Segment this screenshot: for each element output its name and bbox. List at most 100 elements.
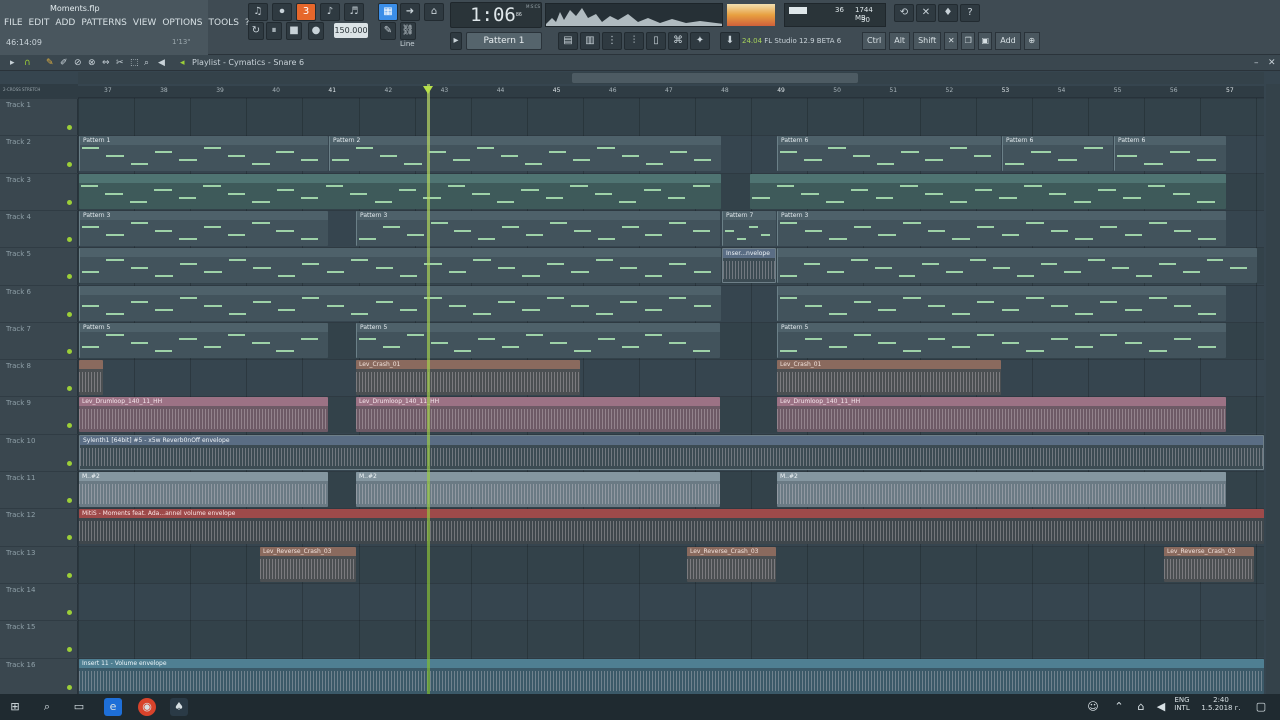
track-mute-led[interactable]: [67, 348, 72, 354]
track-lane[interactable]: [78, 359, 1264, 397]
clip[interactable]: [79, 360, 103, 396]
menu-add[interactable]: ADD: [55, 18, 75, 28]
channel-rack-icon[interactable]: ⋮: [602, 32, 622, 50]
blend-notes-button[interactable]: ♬: [344, 3, 364, 21]
windows-start-icon[interactable]: ⊞: [6, 698, 24, 716]
menu-options[interactable]: OPTIONS: [162, 18, 202, 28]
track-header[interactable]: Track 11: [0, 471, 78, 508]
playhead-marker[interactable]: [423, 86, 433, 94]
undo-icon[interactable]: ⟲: [894, 4, 914, 22]
clip[interactable]: Inser...nvelope: [722, 248, 776, 284]
track-mute-led[interactable]: [67, 274, 72, 280]
clip[interactable]: MitiS - Moments feat. Ada...annel volume…: [79, 509, 1264, 545]
copy-key-icon[interactable]: ❐: [961, 32, 976, 50]
clip[interactable]: [79, 285, 721, 321]
pencil-icon[interactable]: ✎: [46, 58, 54, 68]
language-indicator[interactable]: ENG INTL: [1170, 696, 1194, 712]
clip[interactable]: [79, 173, 721, 209]
track-header[interactable]: Track 7: [0, 321, 78, 359]
clip[interactable]: M..#2: [79, 472, 328, 507]
playlist-icon[interactable]: ▤: [558, 32, 578, 50]
clip[interactable]: [750, 173, 1226, 209]
pattern-selector[interactable]: Pattern 1: [466, 32, 542, 50]
clip[interactable]: Lev_Drumloop_140_11_HH: [777, 397, 1226, 433]
clip[interactable]: Pattern 5: [777, 322, 1226, 358]
track-header[interactable]: Track 5: [0, 247, 78, 284]
countdown-button[interactable]: 3: [296, 3, 316, 21]
plugin-icon[interactable]: ⌘: [668, 32, 688, 50]
track-mute-led[interactable]: [67, 162, 72, 168]
track-mute-led[interactable]: [67, 647, 72, 653]
playhead[interactable]: [427, 84, 430, 694]
mixer-icon[interactable]: ⫶: [624, 32, 644, 50]
track-header[interactable]: Track 12: [0, 508, 78, 545]
minimize-icon[interactable]: –: [1254, 58, 1259, 68]
track-header[interactable]: Track 16: [0, 657, 78, 695]
clip[interactable]: Pattern 7: [722, 210, 776, 246]
tools-icon[interactable]: ✕: [916, 4, 936, 22]
paste-key-icon[interactable]: ▣: [978, 32, 993, 50]
pause-button[interactable]: ⏸: [266, 22, 282, 40]
clock[interactable]: 2:40 1.5.2018 г.: [1198, 696, 1244, 712]
pattern-prev-icon[interactable]: ▸: [450, 32, 462, 50]
track-mute-led[interactable]: [67, 236, 72, 242]
menu-edit[interactable]: EDIT: [29, 18, 50, 28]
clip[interactable]: Pattern 3: [777, 210, 1226, 246]
menu-file[interactable]: FILE: [4, 18, 23, 28]
multilink-button[interactable]: ➜: [400, 3, 420, 21]
track-header[interactable]: Track 4: [0, 209, 78, 247]
track-lane[interactable]: [78, 545, 1264, 583]
stop-button[interactable]: ■: [286, 22, 302, 40]
track-mute-led[interactable]: [67, 125, 72, 130]
track-mute-led[interactable]: [67, 609, 72, 615]
playlist-arrow-icon[interactable]: ◂: [180, 58, 185, 68]
clip[interactable]: [777, 285, 1226, 321]
track-header[interactable]: Track 15: [0, 620, 78, 657]
track-header[interactable]: Track 3: [0, 172, 78, 210]
help-icon[interactable]: ?: [960, 4, 980, 22]
task-view-icon[interactable]: ▭: [70, 698, 88, 716]
clip[interactable]: Pattern 1: [79, 136, 328, 172]
add-key[interactable]: Add: [995, 32, 1021, 50]
track-header[interactable]: Track 14: [0, 582, 78, 620]
clip[interactable]: Pattern 6: [777, 136, 1001, 172]
track-mute-led[interactable]: [67, 386, 72, 392]
close-icon[interactable]: ✕: [1268, 58, 1276, 68]
timeline-ruler[interactable]: 37 38 39 40 41 42 43 44 45 46 47 48 49 50 51 52 53 54 55 56…: [78, 86, 1264, 98]
horizontal-scrollbar[interactable]: [78, 72, 1264, 84]
mic-icon[interactable]: ♦: [938, 4, 958, 22]
menu-patterns[interactable]: PATTERNS: [81, 18, 127, 28]
track-lane[interactable]: [78, 98, 1264, 135]
select-icon[interactable]: ⬚: [130, 58, 139, 68]
alt-key[interactable]: Alt: [889, 32, 911, 50]
link-icon[interactable]: ⛓: [400, 22, 416, 40]
clip[interactable]: Lev_Reverse_Crash_03: [687, 546, 776, 582]
wrench-icon[interactable]: ✦: [690, 32, 710, 50]
clip[interactable]: Lev_Crash_01: [777, 360, 1001, 396]
clip[interactable]: M..#2: [777, 472, 1226, 507]
clip[interactable]: Pattern 6: [1002, 136, 1113, 172]
typing-keyboard-button[interactable]: ▦: [378, 3, 398, 21]
clip[interactable]: Pattern 3: [79, 210, 328, 246]
piano-roll-icon[interactable]: ▥: [580, 32, 600, 50]
chrome-icon[interactable]: ◉: [138, 698, 156, 716]
track-mute-led[interactable]: [67, 498, 72, 503]
edge-icon[interactable]: e: [104, 698, 122, 716]
clip[interactable]: Pattern 5: [356, 322, 720, 358]
track-header[interactable]: Track 2: [0, 135, 78, 172]
close-key-icon[interactable]: ✕: [944, 32, 959, 50]
clip[interactable]: Insert 11 - Volume envelope: [79, 658, 1264, 694]
track-header[interactable]: Track 13: [0, 545, 78, 583]
wait-input-button[interactable]: ⌂: [424, 3, 444, 21]
tempo-display[interactable]: 150.000: [334, 23, 368, 38]
playlist-lanes[interactable]: Pattern 1 Pattern 2 Pattern 6 Pattern 6 Patt…: [78, 98, 1264, 694]
mode-label[interactable]: Line: [400, 40, 415, 48]
clip[interactable]: Pattern 5: [79, 322, 328, 358]
track-mute-led[interactable]: [67, 535, 72, 541]
download-icon[interactable]: ⬇: [720, 32, 740, 50]
clip[interactable]: M..#2: [356, 472, 720, 507]
search-icon[interactable]: ⌕: [38, 698, 56, 716]
clip[interactable]: Pattern 3: [356, 210, 720, 246]
clip[interactable]: Sylenth1 [64bit] #5 - x5w Reverb0nOff en…: [79, 434, 1264, 470]
ctrl-key[interactable]: Ctrl: [862, 32, 887, 50]
